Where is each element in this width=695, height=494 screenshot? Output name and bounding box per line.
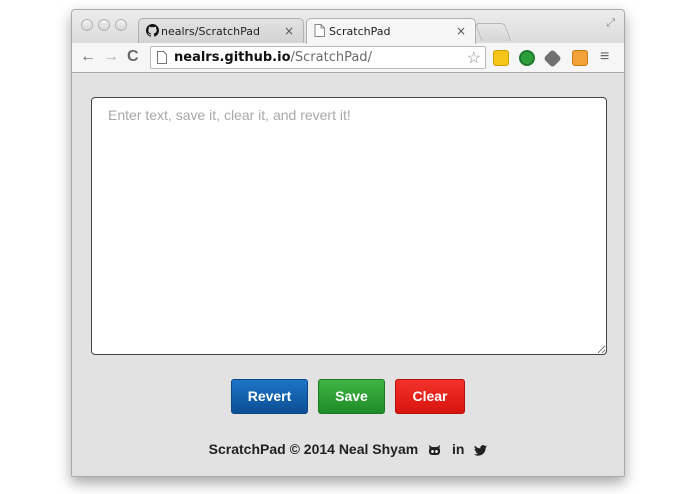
page-icon xyxy=(314,24,327,38)
tab-title: ScratchPad xyxy=(329,25,391,38)
address-bar[interactable]: nealrs.github.io/ScratchPad/ ☆ xyxy=(150,46,486,69)
back-icon[interactable]: ← xyxy=(80,48,96,66)
page-icon xyxy=(157,51,167,64)
twitter-icon[interactable] xyxy=(474,444,488,456)
tab-github-scratchpad[interactable]: nealrs/ScratchPad × xyxy=(138,18,304,44)
browser-toolbar: ← → C nealrs.github.io/ScratchPad/ ☆ ≡ xyxy=(72,43,624,73)
title-bar: nealrs/ScratchPad × ScratchPad × ⤢ xyxy=(72,10,624,44)
url-text: nealrs.github.io/ScratchPad/ xyxy=(174,50,372,65)
reload-icon[interactable]: C xyxy=(127,48,139,66)
tab-title: nealrs/ScratchPad xyxy=(161,25,260,38)
zoom-window-button[interactable] xyxy=(115,19,127,31)
footer-text: ScratchPad © 2014 Neal Shyam xyxy=(208,441,419,457)
minimize-window-button[interactable] xyxy=(98,19,110,31)
github-icon xyxy=(146,24,159,38)
footer: ScratchPad © 2014 Neal Shyam in xyxy=(72,441,624,457)
bookmark-star-icon[interactable]: ☆ xyxy=(467,48,481,68)
extension-icon[interactable] xyxy=(519,50,535,66)
extension-icon[interactable] xyxy=(493,50,509,66)
extension-icon[interactable] xyxy=(572,50,588,66)
tab-close-icon[interactable]: × xyxy=(284,24,294,38)
linkedin-icon[interactable]: in xyxy=(452,441,464,457)
forward-icon[interactable]: → xyxy=(103,48,119,66)
tab-scratchpad[interactable]: ScratchPad × xyxy=(306,18,476,44)
tab-close-icon[interactable]: × xyxy=(456,24,466,38)
extension-icon[interactable] xyxy=(543,49,562,68)
new-tab-button[interactable] xyxy=(474,23,512,41)
close-window-button[interactable] xyxy=(81,19,93,31)
page-content: Revert Save Clear ScratchPad © 2014 Neal… xyxy=(72,74,624,476)
save-button[interactable]: Save xyxy=(318,379,385,414)
browser-window: nealrs/ScratchPad × ScratchPad × ⤢ ← → C… xyxy=(71,9,625,477)
menu-icon[interactable]: ≡ xyxy=(600,48,609,66)
scratchpad-textarea[interactable] xyxy=(91,97,607,355)
fullscreen-icon[interactable]: ⤢ xyxy=(606,17,615,30)
revert-button[interactable]: Revert xyxy=(231,379,308,414)
clear-button[interactable]: Clear xyxy=(395,379,465,414)
github-octocat-icon[interactable] xyxy=(428,444,441,456)
